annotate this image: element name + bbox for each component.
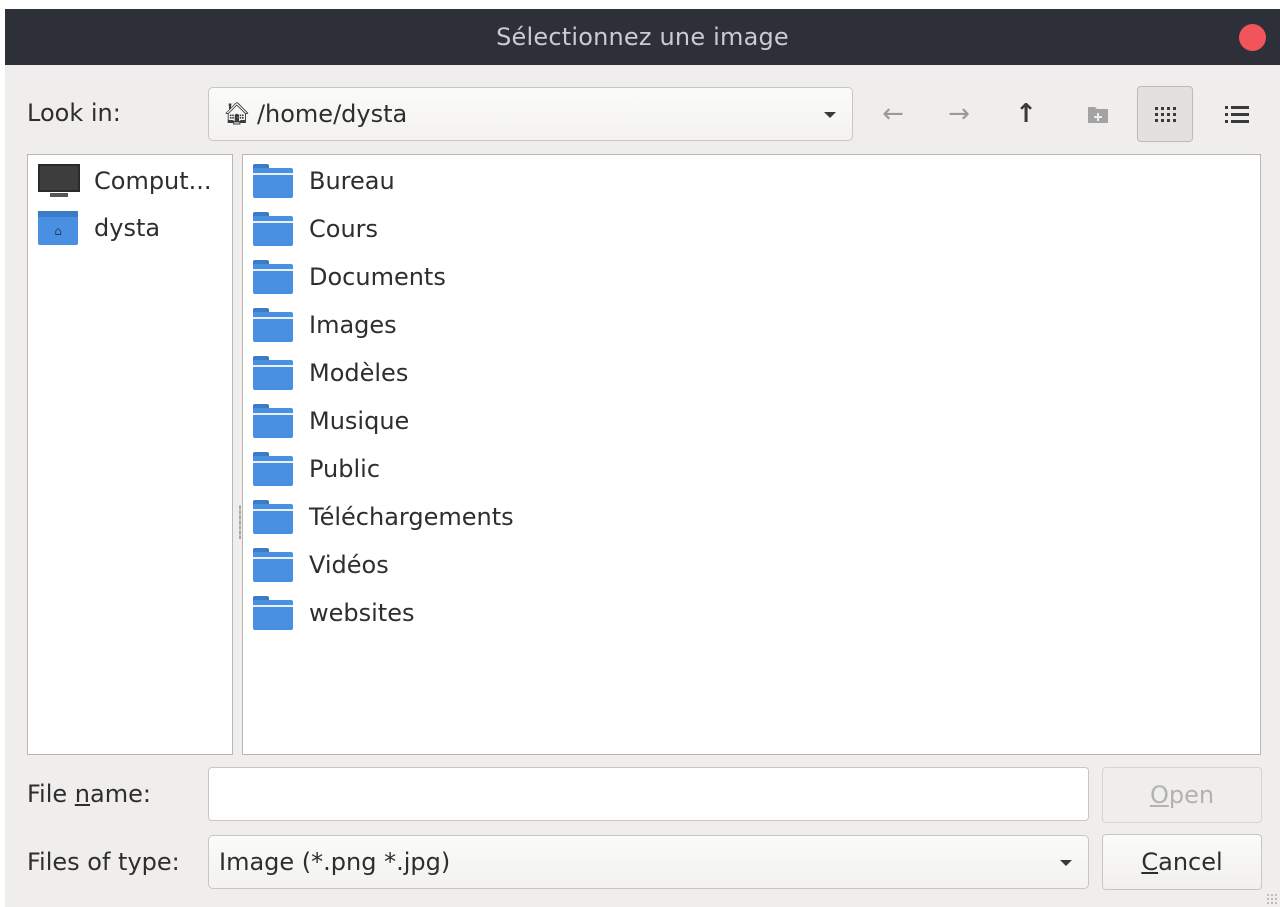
chevron-down-icon [824, 112, 836, 118]
title-bar: Sélectionnez une image [5, 9, 1280, 65]
open-button[interactable]: Open [1102, 767, 1262, 823]
list-item[interactable]: Musique [253, 401, 409, 441]
file-type-combo[interactable]: Image (*.png *.jpg) [208, 835, 1089, 889]
parent-directory-button[interactable]: ↑ [998, 86, 1054, 142]
cancel-button[interactable]: Cancel [1102, 834, 1262, 890]
home-folder-icon: ⌂ [38, 211, 78, 245]
arrow-up-icon: ↑ [1015, 99, 1037, 129]
computer-icon [38, 164, 80, 198]
list-item[interactable]: Documents [253, 257, 446, 297]
file-dialog: Look in: 🏠︎ /home/dysta ← → ↑ Comput... … [5, 65, 1280, 907]
file-name: Documents [309, 263, 446, 291]
file-name: Images [309, 311, 397, 339]
file-name: Musique [309, 407, 410, 435]
file-name: Public [309, 455, 381, 483]
list-item[interactable]: Cours [253, 209, 378, 249]
folder-icon [253, 260, 293, 294]
folder-icon [253, 356, 293, 390]
folder-icon [253, 548, 293, 582]
new-folder-icon [1088, 107, 1108, 123]
list-view-button[interactable] [1137, 86, 1193, 142]
window-title: Sélectionnez une image [496, 23, 789, 51]
file-type-value: Image (*.png *.jpg) [219, 848, 451, 876]
look-in-label: Look in: [27, 99, 121, 127]
icon-grid-icon [1155, 107, 1176, 122]
list-item[interactable]: Téléchargements [253, 497, 514, 537]
list-item[interactable]: Modèles [253, 353, 408, 393]
folder-icon [253, 452, 293, 486]
sidebar-item-label: Comput... [94, 167, 212, 195]
detail-list-icon [1225, 106, 1249, 123]
look-in-combo[interactable]: 🏠︎ /home/dysta [208, 87, 853, 141]
sidebar-item-computer[interactable]: Comput... [38, 161, 212, 201]
file-name-label: File name: [27, 780, 151, 808]
file-name: Cours [309, 215, 379, 243]
splitter-handle[interactable] [239, 505, 241, 539]
new-folder-button[interactable] [1070, 86, 1126, 142]
list-item[interactable]: Vidéos [253, 545, 389, 585]
file-name: Modèles [309, 359, 409, 387]
list-item[interactable]: Bureau [253, 161, 395, 201]
sidebar-item-label: dysta [94, 214, 161, 242]
list-item[interactable]: Images [253, 305, 397, 345]
list-item[interactable]: Public [253, 449, 380, 489]
file-type-label: Files of type: [27, 848, 180, 876]
folder-icon [253, 404, 293, 438]
look-in-path: /home/dysta [256, 100, 408, 128]
sidebar-item-dysta[interactable]: ⌂ dysta [38, 208, 160, 248]
folder-icon [253, 212, 293, 246]
forward-button[interactable]: → [931, 86, 987, 142]
folder-icon [253, 308, 293, 342]
resize-grip[interactable] [1266, 893, 1278, 905]
chevron-down-icon [1060, 860, 1072, 866]
file-name: Vidéos [309, 551, 389, 579]
arrow-left-icon: ← [882, 99, 904, 129]
file-name: Téléchargements [309, 503, 514, 531]
folder-icon [253, 500, 293, 534]
list-item[interactable]: websites [253, 593, 414, 633]
back-button[interactable]: ← [865, 86, 921, 142]
file-name: websites [309, 599, 415, 627]
places-sidebar: Comput... ⌂ dysta [27, 154, 233, 755]
close-button[interactable] [1239, 24, 1266, 51]
folder-icon [253, 596, 293, 630]
home-icon: 🏠︎ [223, 101, 251, 127]
detail-view-button[interactable] [1209, 86, 1265, 142]
folder-icon [253, 164, 293, 198]
file-name: Bureau [309, 167, 395, 195]
file-list: Bureau Cours Documents Images Modèles Mu… [242, 154, 1261, 755]
file-name-input[interactable] [208, 767, 1089, 821]
arrow-right-icon: → [948, 99, 970, 129]
